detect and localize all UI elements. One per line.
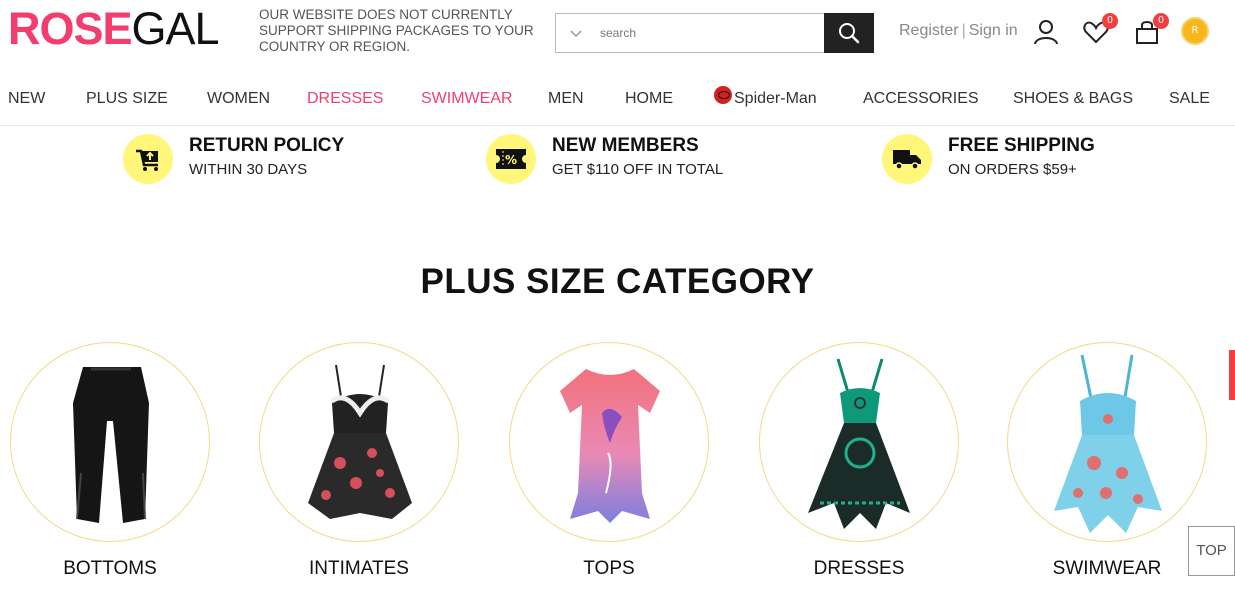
rosegal-logo[interactable]: ROSEGAL bbox=[8, 3, 220, 54]
nav-item-men[interactable]: MEN bbox=[548, 90, 584, 108]
sign-in-link[interactable]: Sign in bbox=[969, 22, 1018, 39]
svg-text:%: % bbox=[505, 153, 517, 167]
nav-item-sale[interactable]: SALE bbox=[1169, 90, 1210, 108]
nav-item-swimwear[interactable]: SWIMWEAR bbox=[421, 90, 513, 108]
nav-item-new[interactable]: NEW bbox=[8, 90, 45, 108]
nav-item-women[interactable]: WOMEN bbox=[207, 90, 270, 108]
category-dresses[interactable]: DRESSES bbox=[759, 342, 959, 579]
auth-links: Register | Sign in bbox=[899, 22, 1018, 40]
register-link[interactable]: Register bbox=[899, 22, 959, 39]
feature-subtitle: WITHIN 30 DAYS bbox=[189, 161, 308, 178]
category-image bbox=[759, 342, 959, 542]
cart-return-icon bbox=[123, 134, 173, 184]
spider-man-icon bbox=[714, 86, 732, 104]
feature-title: NEW MEMBERS bbox=[552, 135, 699, 156]
chevron-down-icon[interactable] bbox=[566, 23, 586, 43]
wishlist-count-badge: 0 bbox=[1102, 13, 1118, 29]
rewards-coin-icon[interactable]: R bbox=[1181, 17, 1209, 45]
category-image bbox=[509, 342, 709, 542]
category-tops[interactable]: TOPS bbox=[509, 342, 709, 579]
category-label: DRESSES bbox=[813, 558, 905, 579]
user-icon[interactable] bbox=[1032, 18, 1060, 46]
logo-gal: GAL bbox=[131, 3, 220, 54]
nav-item-plus-size[interactable]: PLUS SIZE bbox=[86, 90, 168, 108]
cart-count-badge: 0 bbox=[1153, 13, 1169, 29]
search-button[interactable] bbox=[824, 13, 874, 53]
search-input[interactable] bbox=[600, 22, 820, 44]
feature-subtitle: ON ORDERS $59+ bbox=[948, 161, 1077, 178]
category-label: INTIMATES bbox=[309, 558, 409, 579]
section-title: PLUS SIZE CATEGORY bbox=[420, 262, 815, 301]
feature-subtitle: GET $110 OFF IN TOTAL bbox=[552, 161, 724, 178]
logo-rose: ROSE bbox=[8, 3, 133, 54]
category-image bbox=[1007, 342, 1207, 542]
category-swimwear[interactable]: SWIMWEAR bbox=[1007, 342, 1207, 579]
truck-icon bbox=[882, 134, 932, 184]
nav-item-shoes-bags[interactable]: SHOES & BAGS bbox=[1013, 90, 1133, 108]
shipping-notice: OUR WEBSITE DOES NOT CURRENTLY SUPPORT S… bbox=[259, 7, 534, 54]
coupon-icon: % bbox=[486, 134, 536, 184]
category-bottoms[interactable]: BOTTOMS bbox=[10, 342, 210, 579]
nav-item-dresses[interactable]: DRESSES bbox=[307, 90, 383, 108]
auth-separator: | bbox=[961, 22, 966, 39]
nav-item-accessories[interactable]: ACCESSORIES bbox=[863, 90, 979, 108]
cart-icon[interactable]: 0 bbox=[1133, 13, 1169, 46]
category-intimates[interactable]: INTIMATES bbox=[259, 342, 459, 579]
search-bar bbox=[555, 13, 874, 53]
side-promo-tab[interactable] bbox=[1229, 350, 1235, 400]
feature-title: RETURN POLICY bbox=[189, 135, 345, 156]
main-nav: NEW PLUS SIZE WOMEN DRESSES SWIMWEAR MEN… bbox=[0, 80, 1235, 126]
nav-item-spider-man-label: Spider-Man bbox=[734, 90, 817, 107]
nav-item-home[interactable]: HOME bbox=[625, 90, 673, 108]
back-to-top-button[interactable]: TOP bbox=[1188, 526, 1235, 576]
category-image bbox=[259, 342, 459, 542]
wishlist-icon[interactable]: 0 bbox=[1082, 13, 1118, 46]
feature-title: FREE SHIPPING bbox=[948, 135, 1095, 156]
nav-item-spider-man[interactable]: Spider-Man bbox=[714, 86, 817, 108]
category-label: BOTTOMS bbox=[63, 558, 157, 579]
category-label: TOPS bbox=[583, 558, 635, 579]
category-image bbox=[10, 342, 210, 542]
search-icon bbox=[839, 23, 860, 44]
